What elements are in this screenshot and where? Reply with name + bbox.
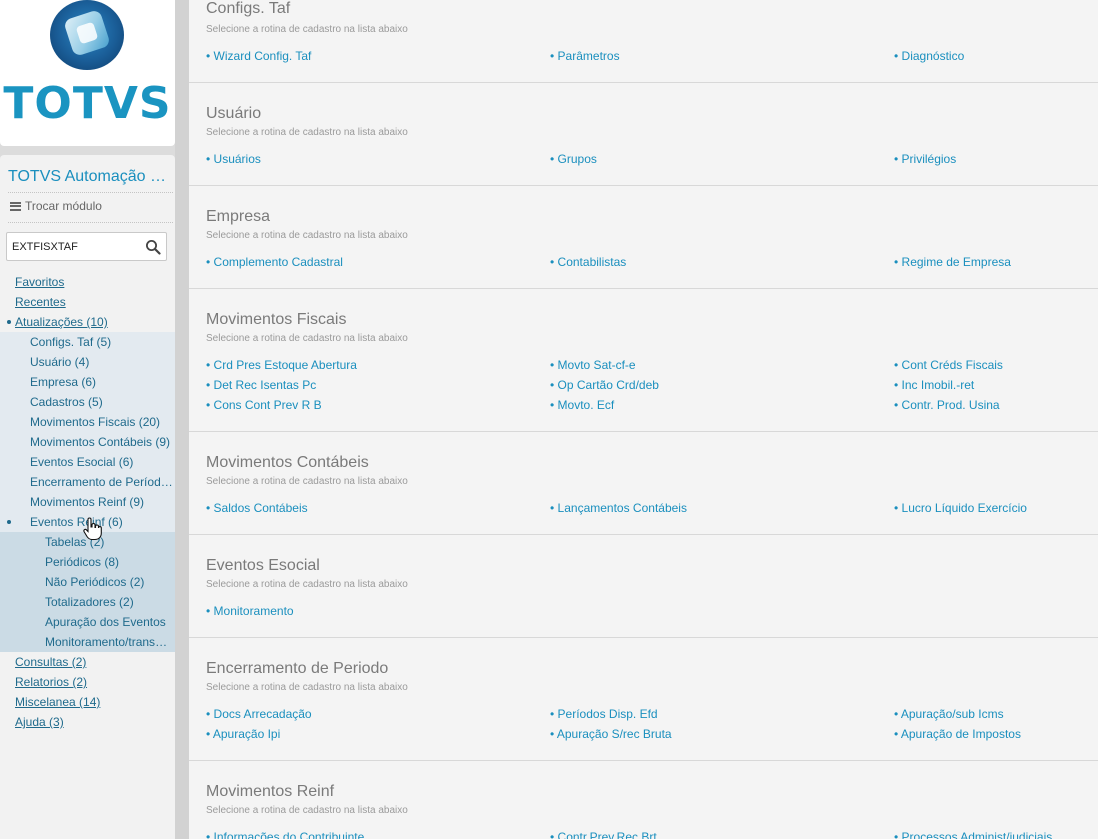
menu-item-encerramento-periodo[interactable]: Encerramento de Período (6) [0,472,175,492]
link-apuracao-sub-icms[interactable]: Apuração/sub Icms [894,707,1004,721]
menu-item-ajuda[interactable]: Ajuda (3) [0,712,175,732]
section-title: Empresa [206,208,271,225]
switch-module-label: Trocar módulo [25,199,102,213]
link-wizard-config-taf[interactable]: Wizard Config. Taf [206,49,312,63]
app-title[interactable]: TOTVS Automação Fiscal [8,168,173,186]
section-empresa: Empresa Selecione a rotina de cadastro n… [189,186,1098,289]
section-movimentos-fiscais: Movimentos Fiscais Selecione a rotina de… [189,289,1098,432]
menu-item-atualizacoes[interactable]: Atualizações (10) [0,312,175,332]
menu-item-empresa[interactable]: Empresa (6) [0,372,175,392]
menu-item-monitoramento-transmissao[interactable]: Monitoramento/transmissão [0,632,175,652]
link-parametros[interactable]: Parâmetros [550,49,620,63]
section-title: Configs. Taf [206,0,291,17]
link-informacoes-contribuinte[interactable]: Informações do Contribuinte [206,830,365,839]
menu-item-favoritos[interactable]: Favoritos [0,272,175,292]
menu-item-movimentos-contabeis[interactable]: Movimentos Contábeis (9) [0,432,175,452]
section-subtitle: Selecione a rotina de cadastro na lista … [206,476,408,487]
menu-item-configs-taf[interactable]: Configs. Taf (5) [0,332,175,352]
link-monitoramento[interactable]: Monitoramento [206,604,294,618]
link-apuracao-ipi[interactable]: Apuração Ipi [206,727,280,741]
link-crd-pres-estoque-abertura[interactable]: Crd Pres Estoque Abertura [206,358,357,372]
link-movto-sat-cf-e[interactable]: Movto Sat-cf-e [550,358,636,372]
search-input[interactable] [12,238,140,255]
link-periodos-disp-efd[interactable]: Períodos Disp. Efd [550,707,658,721]
section-title: Eventos Esocial [206,557,320,574]
section-movimentos-contabeis: Movimentos Contábeis Selecione a rotina … [189,432,1098,535]
section-title: Movimentos Contábeis [206,454,369,471]
section-configs-taf: Configs. Taf Selecione a rotina de cadas… [189,0,1098,83]
menu-item-relatorios[interactable]: Relatorios (2) [0,672,175,692]
expanded-bullet-icon [7,320,11,324]
logo-text: TOTVS [3,78,172,129]
sidebar: TOTVS TOTVS Automação Fiscal Trocar módu… [0,0,189,839]
hand-pointer-icon [83,517,102,541]
section-usuario: Usuário Selecione a rotina de cadastro n… [189,83,1098,186]
link-complemento-cadastral[interactable]: Complemento Cadastral [206,255,343,269]
divider [8,192,173,193]
menu-item-movimentos-reinf[interactable]: Movimentos Reinf (9) [0,492,175,512]
menu-item-usuario[interactable]: Usuário (4) [0,352,175,372]
menu-item-movimentos-fiscais[interactable]: Movimentos Fiscais (20) [0,412,175,432]
hamburger-icon [10,201,21,211]
link-lancamentos-contabeis[interactable]: Lançamentos Contábeis [550,501,687,515]
menu-item-apuracao-eventos[interactable]: Apuração dos Eventos [0,612,175,632]
link-saldos-contabeis[interactable]: Saldos Contábeis [206,501,308,515]
link-regime-de-empresa[interactable]: Regime de Empresa [894,255,1011,269]
section-subtitle: Selecione a rotina de cadastro na lista … [206,579,408,590]
link-det-rec-isentas-pc[interactable]: Det Rec Isentas Pc [206,378,317,392]
menu-item-label: Eventos Reinf (6) [30,515,123,529]
link-processos-administ-judiciais[interactable]: Processos Administ/judiciais [894,830,1053,839]
link-op-cartao-crd-deb[interactable]: Op Cartão Crd/deb [550,378,659,392]
link-cont-creds-fiscais[interactable]: Cont Créds Fiscais [894,358,1003,372]
menu-item-miscelanea[interactable]: Miscelanea (14) [0,692,175,712]
menu-item-nao-periodicos[interactable]: Não Periódicos (2) [0,572,175,592]
section-eventos-esocial: Eventos Esocial Selecione a rotina de ca… [189,535,1098,638]
sidebar-scrollbar[interactable] [175,0,189,839]
search-icon[interactable] [145,239,161,255]
link-movto-ecf[interactable]: Movto. Ecf [550,398,615,412]
section-subtitle: Selecione a rotina de cadastro na lista … [206,230,408,241]
main-content: Configs. Taf Selecione a rotina de cadas… [189,0,1098,839]
totvs-logo-icon [50,0,124,70]
link-docs-arrecadacao[interactable]: Docs Arrecadação [206,707,312,721]
link-apuracao-de-impostos[interactable]: Apuração de Impostos [894,727,1021,741]
section-title: Usuário [206,105,262,122]
link-contabilistas[interactable]: Contabilistas [550,255,627,269]
link-contr-prod-usina[interactable]: Contr. Prod. Usina [894,398,1000,412]
menu-item-label: Atualizações (10) [15,315,108,329]
section-subtitle: Selecione a rotina de cadastro na lista … [206,805,408,816]
section-title: Encerramento de Periodo [206,660,389,677]
menu-item-consultas[interactable]: Consultas (2) [0,652,175,672]
logo-panel: TOTVS [0,0,175,146]
menu-item-periodicos[interactable]: Periódicos (8) [0,552,175,572]
link-contr-prev-rec-brt[interactable]: Contr.Prev.Rec.Brt [550,830,657,839]
section-subtitle: Selecione a rotina de cadastro na lista … [206,682,408,693]
expanded-bullet-icon [7,520,11,524]
link-diagnostico[interactable]: Diagnóstico [894,49,965,63]
link-grupos[interactable]: Grupos [550,152,597,166]
link-usuarios[interactable]: Usuários [206,152,261,166]
menu-item-recentes[interactable]: Recentes [0,292,175,312]
switch-module-button[interactable]: Trocar módulo [10,199,102,213]
search-box [6,232,167,261]
link-apuracao-s-rec-bruta[interactable]: Apuração S/rec Bruta [550,727,672,741]
section-title: Movimentos Fiscais [206,311,347,328]
section-subtitle: Selecione a rotina de cadastro na lista … [206,24,408,35]
section-movimentos-reinf: Movimentos Reinf Selecione a rotina de c… [189,761,1098,839]
link-inc-imobil-ret[interactable]: Inc Imobil.-ret [894,378,975,392]
section-encerramento-periodo: Encerramento de Periodo Selecione a roti… [189,638,1098,761]
section-subtitle: Selecione a rotina de cadastro na lista … [206,333,408,344]
link-privilegios[interactable]: Privilégios [894,152,957,166]
divider [8,222,173,223]
link-lucro-liquido-exercicio[interactable]: Lucro Líquido Exercício [894,501,1027,515]
link-cons-cont-prev-r-b[interactable]: Cons Cont Prev R B [206,398,322,412]
menu-item-eventos-esocial[interactable]: Eventos Esocial (6) [0,452,175,472]
section-title: Movimentos Reinf [206,783,335,800]
menu-item-totalizadores[interactable]: Totalizadores (2) [0,592,175,612]
menu-item-cadastros[interactable]: Cadastros (5) [0,392,175,412]
section-subtitle: Selecione a rotina de cadastro na lista … [206,127,408,138]
